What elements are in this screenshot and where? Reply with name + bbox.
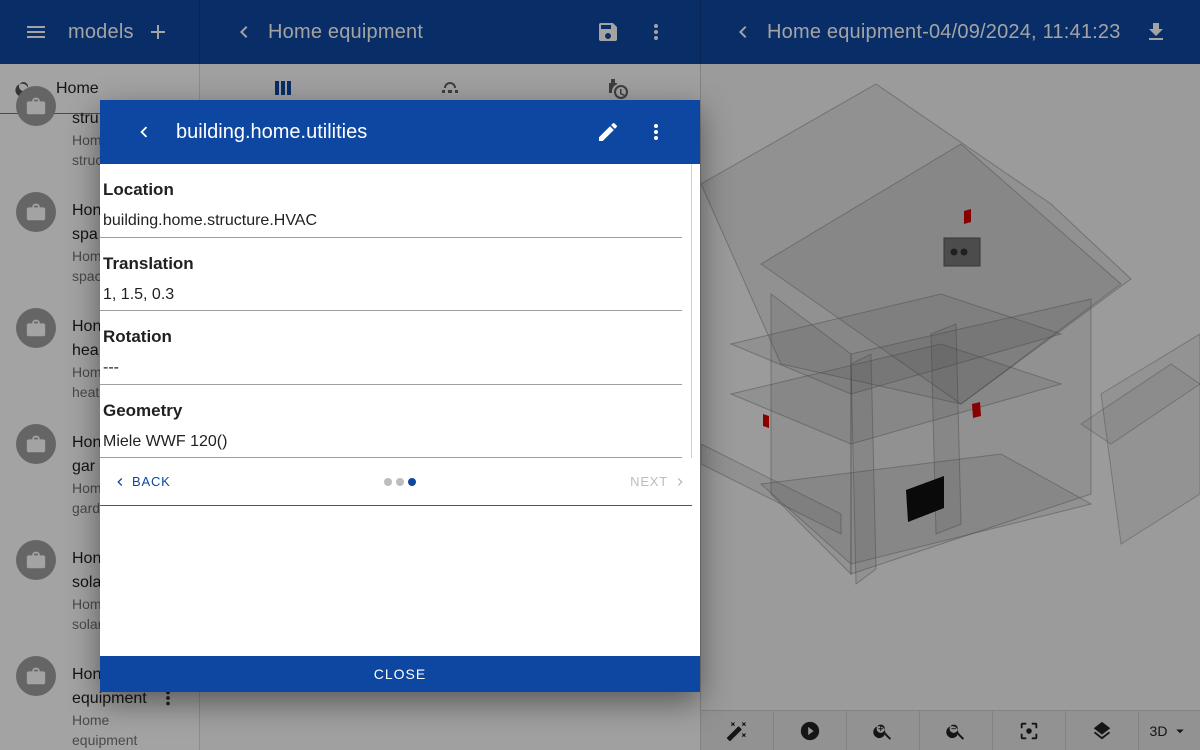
close-label: CLOSE xyxy=(373,666,427,682)
field-label: Location xyxy=(103,180,174,199)
next-button[interactable]: NEXT xyxy=(630,474,688,490)
field-value: 1, 1.5, 0.3 xyxy=(103,285,175,303)
step-dot-active xyxy=(408,478,416,486)
field-label: Translation xyxy=(103,253,194,273)
step-navigation: BACK NEXT xyxy=(100,458,692,506)
field-list: Location building.home.structure.HVAC Tr… xyxy=(100,164,692,458)
dialog-header: building.home.utilities xyxy=(100,100,700,164)
chevron-left-icon xyxy=(117,477,123,486)
step-dots xyxy=(384,478,416,486)
close-button[interactable]: CLOSE xyxy=(100,656,700,692)
dialog-more-vert-icon[interactable] xyxy=(632,108,680,156)
chevron-right-icon xyxy=(677,477,683,486)
dialog-back-icon[interactable] xyxy=(120,108,168,156)
edit-icon[interactable] xyxy=(584,108,632,156)
back-button[interactable]: BACK xyxy=(112,474,171,490)
field-value: building.home.structure.HVAC xyxy=(103,212,318,229)
field-label: Geometry xyxy=(103,400,183,420)
back-label: BACK xyxy=(132,474,171,489)
utility-details-dialog: building.home.utilities Location buildin… xyxy=(100,100,700,692)
dialog-title: building.home.utilities xyxy=(176,120,368,143)
geometry-field: Geometry Miele WWF 120() xyxy=(100,385,682,458)
next-label: NEXT xyxy=(630,474,668,489)
step-dot xyxy=(396,478,404,486)
field-value: Miele WWF 120() xyxy=(103,432,228,450)
rotation-field: Rotation --- xyxy=(100,311,682,385)
translation-field: Translation 1, 1.5, 0.3 xyxy=(100,238,682,311)
step-dot xyxy=(384,478,392,486)
dialog-body: Location building.home.structure.HVAC Tr… xyxy=(100,164,700,656)
location-field: Location building.home.structure.HVAC xyxy=(100,164,682,238)
field-value: --- xyxy=(103,359,119,376)
field-label: Rotation xyxy=(103,327,172,346)
